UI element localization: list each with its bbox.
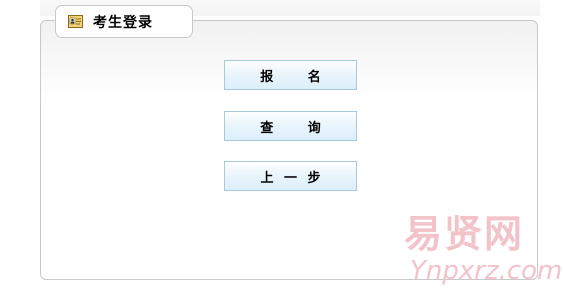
signup-button[interactable]: 报 名 [224, 60, 357, 90]
panel-header-tab: 考生登录 [55, 5, 193, 38]
previous-step-button[interactable]: 上 一 步 [224, 161, 357, 191]
watermark-chinese-text: 易贤网 [404, 212, 525, 256]
query-button[interactable]: 查 询 [224, 111, 357, 141]
id-card-icon [68, 14, 83, 29]
panel-title: 考生登录 [93, 14, 153, 31]
watermark-latin-text: Ynpxrz.com [410, 256, 563, 286]
login-page: 考生登录 报 名 查 询 上 一 步 易贤网 Ynpxrz.com [0, 0, 563, 296]
site-watermark: 易贤网 Ynpxrz.com [404, 212, 562, 292]
